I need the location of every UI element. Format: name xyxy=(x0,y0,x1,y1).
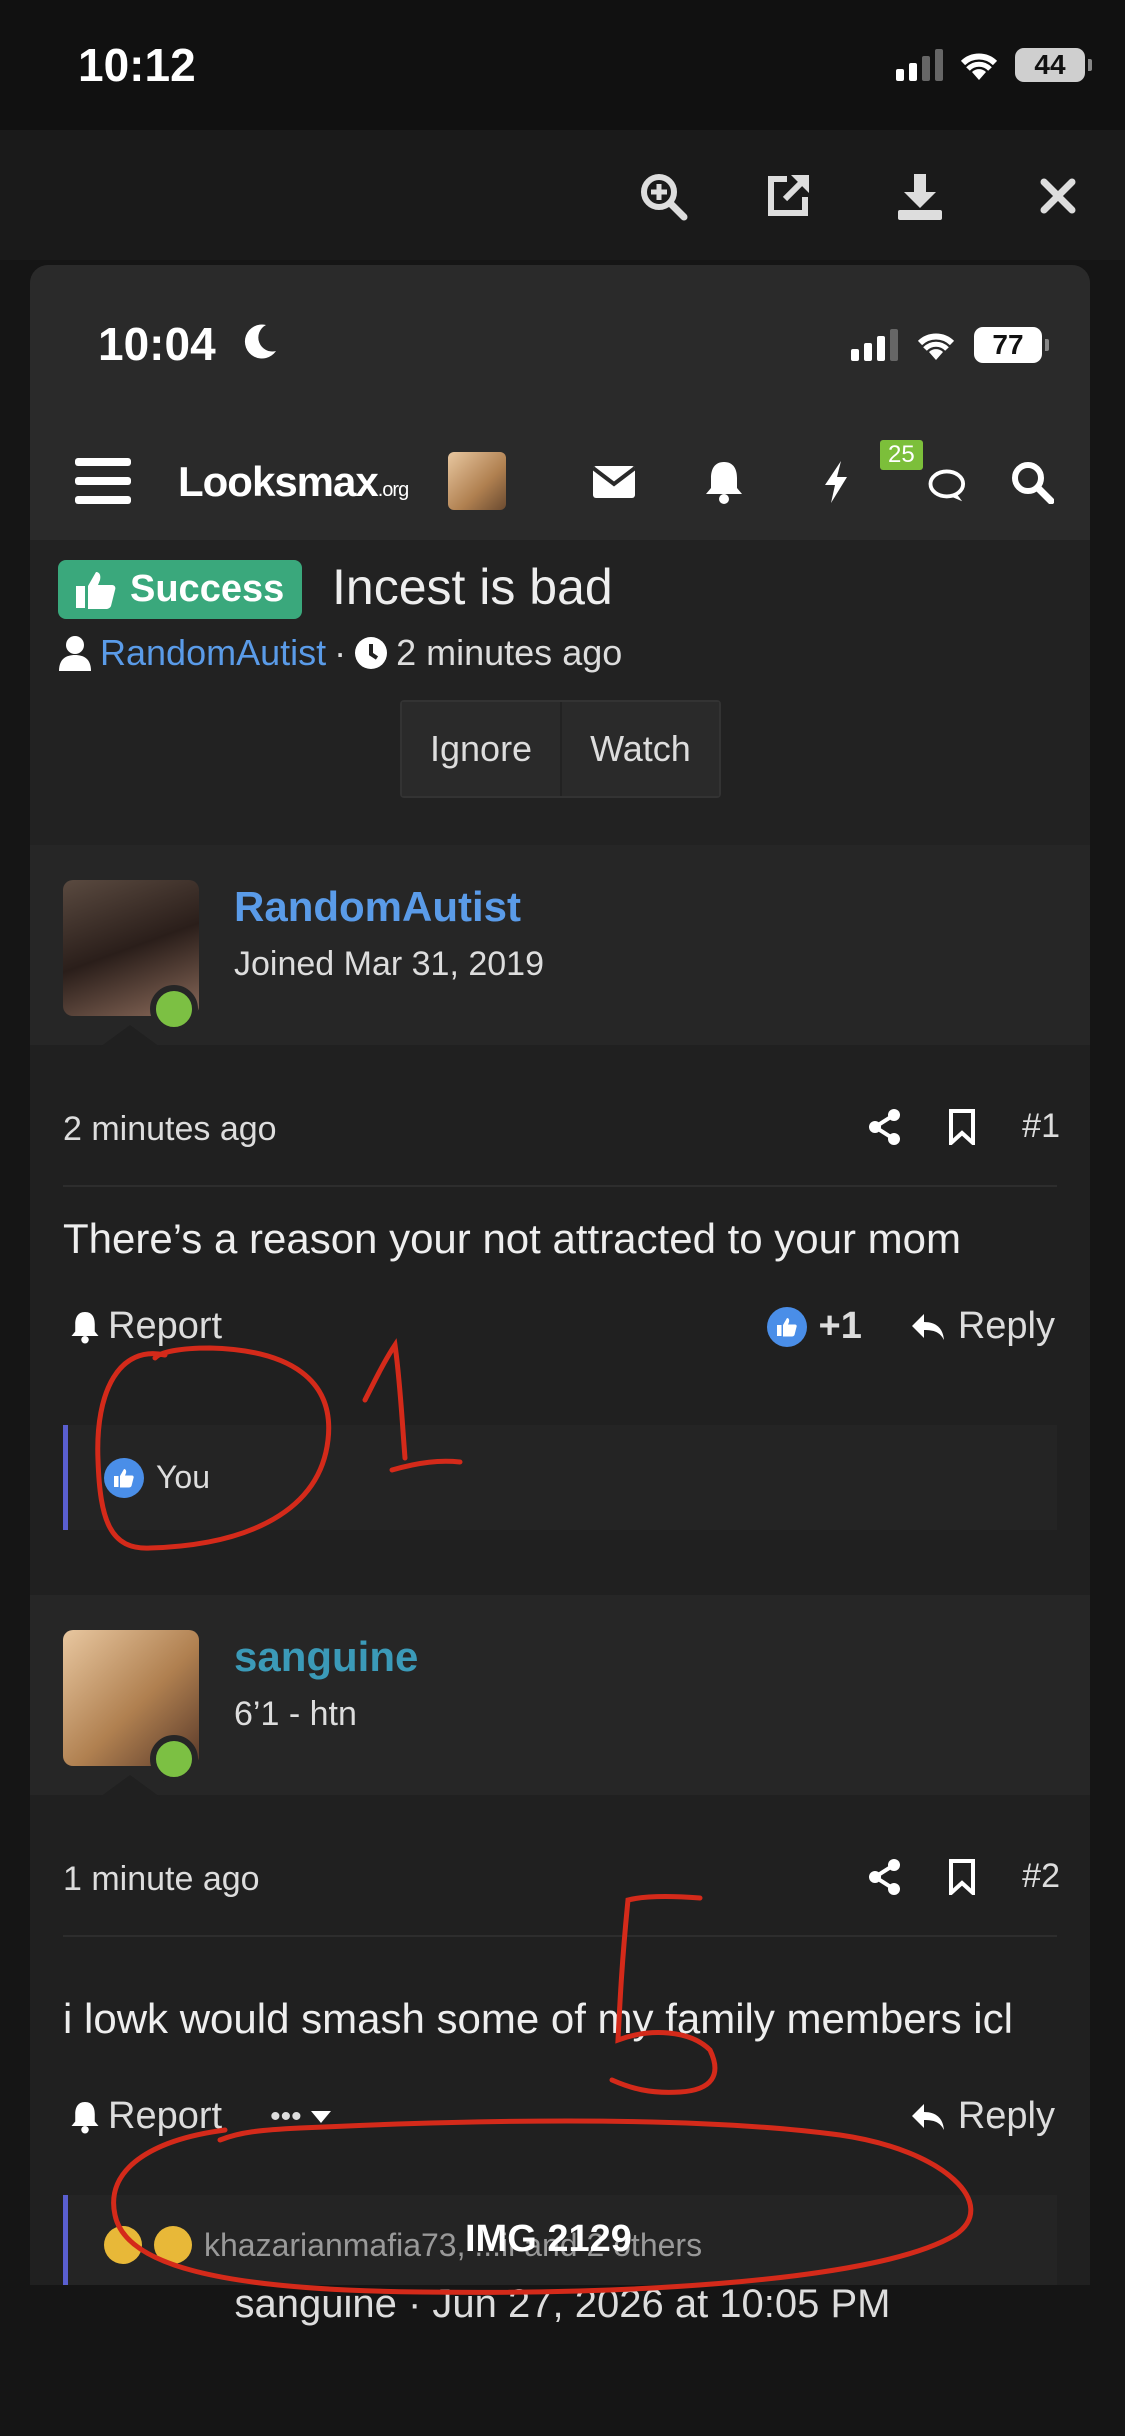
divider xyxy=(63,1185,1057,1187)
status-time: 10:12 xyxy=(78,39,196,91)
post-1-number[interactable]: #1 xyxy=(1022,1107,1060,1146)
shocked-emoji-icon xyxy=(154,2226,192,2264)
inner-battery-indicator: 77 xyxy=(974,327,1049,363)
post-1-meta-actions: #1 xyxy=(868,1107,1060,1146)
bell-icon xyxy=(71,2101,99,2133)
like-reaction-icon[interactable] xyxy=(766,1306,807,1347)
bookmark-icon[interactable] xyxy=(948,1858,976,1895)
ignore-button[interactable]: Ignore xyxy=(402,702,563,796)
nav-avatar[interactable] xyxy=(448,452,506,510)
post-1-reactions-bar[interactable]: You xyxy=(63,1425,1057,1530)
post-1-actions-right: +1 Reply xyxy=(766,1305,1055,1348)
post-2-body: i lowk would smash some of my family mem… xyxy=(63,1995,1013,2042)
thread-button-group: Ignore Watch xyxy=(400,700,721,798)
post-2-number[interactable]: #2 xyxy=(1022,1857,1060,1896)
bell-icon xyxy=(71,1311,99,1343)
reactions-text: You xyxy=(156,1459,210,1495)
post-1-user-block: RandomAutist Joined Mar 31, 2019 xyxy=(30,845,1090,1045)
reply-icon xyxy=(911,1313,944,1340)
download-icon[interactable] xyxy=(892,168,948,224)
reaction-count[interactable]: +1 xyxy=(819,1305,862,1348)
user-block-caret xyxy=(100,1025,160,1047)
post-1-time[interactable]: 2 minutes ago xyxy=(63,1110,277,1149)
search-icon[interactable] xyxy=(1008,458,1056,506)
chat-count-badge: 25 xyxy=(880,440,923,470)
thread-author-link[interactable]: RandomAutist xyxy=(100,632,326,674)
moon-icon xyxy=(244,324,276,359)
site-nav: Looksmax.org 25 xyxy=(30,420,1090,540)
user-block-caret xyxy=(100,1775,160,1797)
bookmark-icon[interactable] xyxy=(948,1108,976,1145)
post-2: sanguine 6’1 - htn 1 minute ago #2 i low… xyxy=(30,1595,1090,2285)
logo-main: Looksmax xyxy=(178,458,379,505)
thread-byline: RandomAutist · 2 minutes ago xyxy=(58,632,622,674)
more-options-icon[interactable]: ••• xyxy=(270,2100,302,2134)
site-logo[interactable]: Looksmax.org xyxy=(178,458,409,506)
byline-separator: · xyxy=(334,632,347,673)
menu-icon[interactable] xyxy=(75,458,131,504)
post-2-user-title: 6’1 - htn xyxy=(234,1695,357,1733)
viewer-toolbar xyxy=(0,130,1125,260)
clock-icon xyxy=(355,637,388,669)
laugh-emoji-icon xyxy=(104,2226,142,2264)
post-2-report-link[interactable]: Report ••• xyxy=(70,2095,332,2138)
outer-status-bar: 10:12 44 xyxy=(0,0,1125,130)
post-2-meta-actions: #2 xyxy=(868,1857,1060,1896)
post-2-user-block: sanguine 6’1 - htn xyxy=(30,1595,1090,1795)
report-label: Report xyxy=(108,1305,223,1347)
report-label: Report xyxy=(108,2095,223,2137)
image-caption: sanguine · Jun 27, 2026 at 10:05 PM xyxy=(234,2282,891,2326)
inner-wifi-icon xyxy=(917,333,955,360)
thread-prefix-badge: Success xyxy=(58,560,303,619)
divider xyxy=(63,1935,1057,1937)
thread-prefix-label: Success xyxy=(130,568,285,610)
inner-status-icons: 77 xyxy=(851,327,1049,363)
inner-signal-icon xyxy=(851,329,898,361)
reply-button[interactable]: Reply xyxy=(958,1305,1055,1348)
chat-icon[interactable] xyxy=(918,458,966,506)
share-icon[interactable] xyxy=(868,1108,902,1145)
post-1-user-title: Joined Mar 31, 2019 xyxy=(234,945,544,983)
logo-suffix: .org xyxy=(377,479,409,501)
embedded-screenshot: 10:04 77 Looksmax.org 25 Success Incest … xyxy=(30,265,1090,2285)
like-icon xyxy=(104,1457,144,1498)
inner-status-bar: 10:04 77 xyxy=(30,265,1090,420)
close-icon[interactable] xyxy=(1030,168,1086,224)
post-1-body: There’s a reason your not attracted to y… xyxy=(63,1215,961,1262)
thread-time: 2 minutes ago xyxy=(396,632,623,673)
battery-indicator: 44 xyxy=(1015,48,1092,82)
post-1-username[interactable]: RandomAutist xyxy=(234,883,521,931)
post-2-username[interactable]: sanguine xyxy=(234,1633,418,1681)
chevron-down-icon[interactable] xyxy=(310,2110,332,2124)
user-icon xyxy=(59,636,91,671)
share-icon[interactable] xyxy=(868,1858,902,1895)
reply-icon xyxy=(911,2103,944,2130)
thumbs-up-icon xyxy=(76,572,116,609)
lightning-icon[interactable] xyxy=(812,458,860,506)
bell-icon[interactable] xyxy=(700,458,748,506)
wifi-icon xyxy=(960,53,998,80)
zoom-in-icon[interactable] xyxy=(635,168,691,224)
external-link-icon[interactable] xyxy=(760,168,816,224)
image-filename-label: IMG 2129 xyxy=(465,2218,632,2260)
thread-title: Incest is bad xyxy=(332,559,613,615)
inner-status-time: 10:04 xyxy=(98,318,216,370)
envelope-icon[interactable] xyxy=(590,458,638,506)
post-1-report-link[interactable]: Report xyxy=(70,1305,222,1348)
post-2-actions-right: Reply xyxy=(910,2095,1055,2138)
post-2-time[interactable]: 1 minute ago xyxy=(63,1860,260,1899)
status-icons: 44 xyxy=(896,48,1092,82)
watch-button[interactable]: Watch xyxy=(562,702,719,796)
signal-icon xyxy=(896,49,943,81)
reply-button[interactable]: Reply xyxy=(958,2095,1055,2138)
